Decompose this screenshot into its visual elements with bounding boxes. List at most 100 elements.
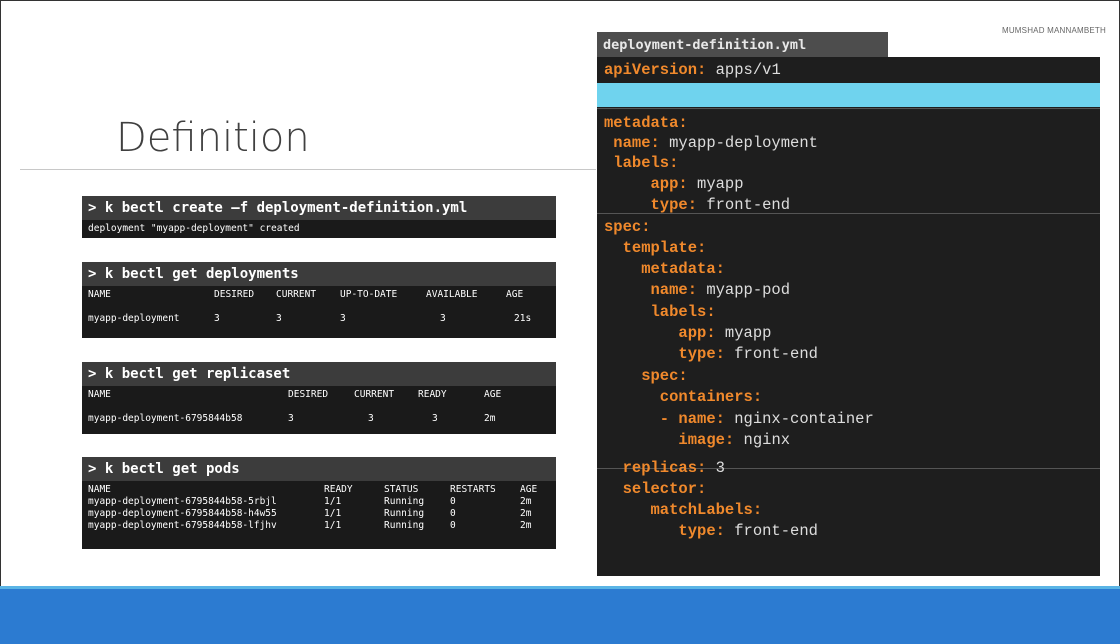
table-cell: Running [384,496,425,507]
yaml-line: metadata: [597,112,1100,134]
terminal-deployments: > k bectl get deployments NAME DESIRED C… [82,262,556,338]
yaml-value: front-end [697,196,791,214]
yaml-key: - name: [604,410,725,428]
table-header-cell: DESIRED [288,389,329,400]
table-cell: myapp-deployment-6795844b58-lfjhv [88,520,277,531]
table-cell: 0 [450,508,456,519]
yaml-line: type: front-end [597,343,1100,365]
yaml-value: myapp-deployment [659,134,818,152]
yaml-key: name: [604,134,660,152]
yaml-key: app: [604,175,688,193]
table-header-row: NAME DESIRED CURRENT UP-TO-DATE AVAILABL… [88,289,550,301]
table-header-cell: AGE [484,389,502,400]
table-header-cell: READY [418,389,447,400]
slide-title: Definition [116,115,310,161]
table-cell: 1/1 [324,520,342,531]
table-header-cell: NAME [88,289,111,300]
table-cell: 3 [288,413,294,424]
table-header-cell: RESTARTS [450,484,496,495]
table-cell: 2m [520,496,532,507]
table-header-cell: NAME [88,484,111,495]
yaml-line: name: myapp-pod [597,279,1100,301]
table-cell: 2m [484,413,496,424]
terminal-create: > k bectl create –f deployment-definitio… [82,196,556,238]
yaml-line: containers: [597,386,1100,408]
yaml-line: type: front-end [597,194,1100,216]
yaml-line: name: myapp-deployment [597,132,1100,154]
yaml-key: replicas: [604,459,707,477]
yaml-line: spec: [597,365,1100,387]
table-header-cell: CURRENT [276,289,317,300]
terminal-output: deployment "myapp-deployment" created [88,223,300,234]
table-cell: 3 [368,413,374,424]
yaml-key: spec: [604,367,688,385]
table-row: myapp-deployment-6795844b58-lfjhv 1/1 Ru… [88,520,550,532]
table-cell: 0 [450,520,456,531]
table-header-cell: UP-TO-DATE [340,289,398,300]
yaml-key: apiVersion: [604,61,707,79]
yaml-line: type: front-end [597,520,1100,542]
yaml-value: myapp [687,175,744,193]
yaml-line: app: myapp [597,322,1100,344]
yaml-line: matchLabels: [597,499,1100,521]
yaml-line: selector: [597,478,1100,500]
table-header-row: NAME DESIRED CURRENT READY AGE [88,389,550,401]
table-cell: 0 [450,496,456,507]
terminal-replicaset: > k bectl get replicaset NAME DESIRED CU… [82,362,556,434]
terminal-command: > k bectl get pods [82,457,556,481]
table-header-cell: NAME [88,389,111,400]
table-header-cell: AGE [520,484,538,495]
footer-bar [0,589,1120,644]
table-header-cell: DESIRED [214,289,255,300]
replicaset-table: NAME DESIRED CURRENT READY AGE myapp-dep… [88,389,550,425]
terminal-command: > k bectl get replicaset [82,362,556,386]
yaml-separator [597,108,1100,109]
yaml-line: - name: nginx-container [597,408,1100,430]
table-cell: 2m [520,508,532,519]
table-cell: Running [384,508,425,519]
table-cell: 3 [432,413,438,424]
yaml-value: myapp [715,324,772,342]
table-cell: myapp-deployment-6795844b58-h4w55 [88,508,277,519]
yaml-key: metadata: [604,260,725,278]
table-cell: myapp-deployment-6795844b58-5rbjl [88,496,277,507]
table-cell: myapp-deployment [88,313,180,324]
yaml-value: front-end [724,345,818,363]
yaml-line: template: [597,237,1100,259]
yaml-value: nginx [734,431,791,449]
table-cell: Running [384,520,425,531]
yaml-editor: apiVersion: apps/v1 metadata: name: myapp… [597,57,1100,576]
table-cell: myapp-deployment-6795844b58 [88,413,243,424]
yaml-line: image: nginx [597,429,1100,451]
yaml-key: type: [604,522,725,540]
yaml-line: spec: [597,216,1100,238]
table-header-cell: STATUS [384,484,419,495]
yaml-highlight-bar [597,83,1100,107]
yaml-value: front-end [724,522,818,540]
author-label: MUMSHAD MANNAMBETH [1001,26,1106,35]
yaml-line: replicas: 3 [597,457,1100,479]
yaml-value: nginx-container [724,410,874,428]
yaml-line: app: myapp [597,173,1100,195]
table-cell: 3 [340,313,346,324]
table-row: myapp-deployment-6795844b58-5rbjl 1/1 Ru… [88,496,550,508]
yaml-line: labels: [597,301,1100,323]
table-cell: 3 [276,313,282,324]
yaml-key: template: [604,239,707,257]
terminal-command: > k bectl create –f deployment-definitio… [82,196,556,220]
yaml-line: labels: [597,152,1100,174]
table-header-cell: READY [324,484,353,495]
table-row: myapp-deployment-6795844b58 3 3 3 2m [88,413,550,425]
table-cell: 3 [214,313,220,324]
yaml-value: apps/v1 [706,61,781,79]
yaml-key: labels: [604,154,679,172]
table-row: myapp-deployment-6795844b58-h4w55 1/1 Ru… [88,508,550,520]
yaml-line: apiVersion: apps/v1 [597,59,1100,81]
yaml-file-tab[interactable]: deployment-definition.yml [597,32,888,57]
title-divider [20,169,596,170]
yaml-key: name: [604,281,698,299]
yaml-line: metadata: [597,258,1100,280]
pods-table: NAME READY STATUS RESTARTS AGE myapp-dep… [88,484,550,532]
yaml-key: selector: [604,480,707,498]
yaml-key: image: [604,431,735,449]
